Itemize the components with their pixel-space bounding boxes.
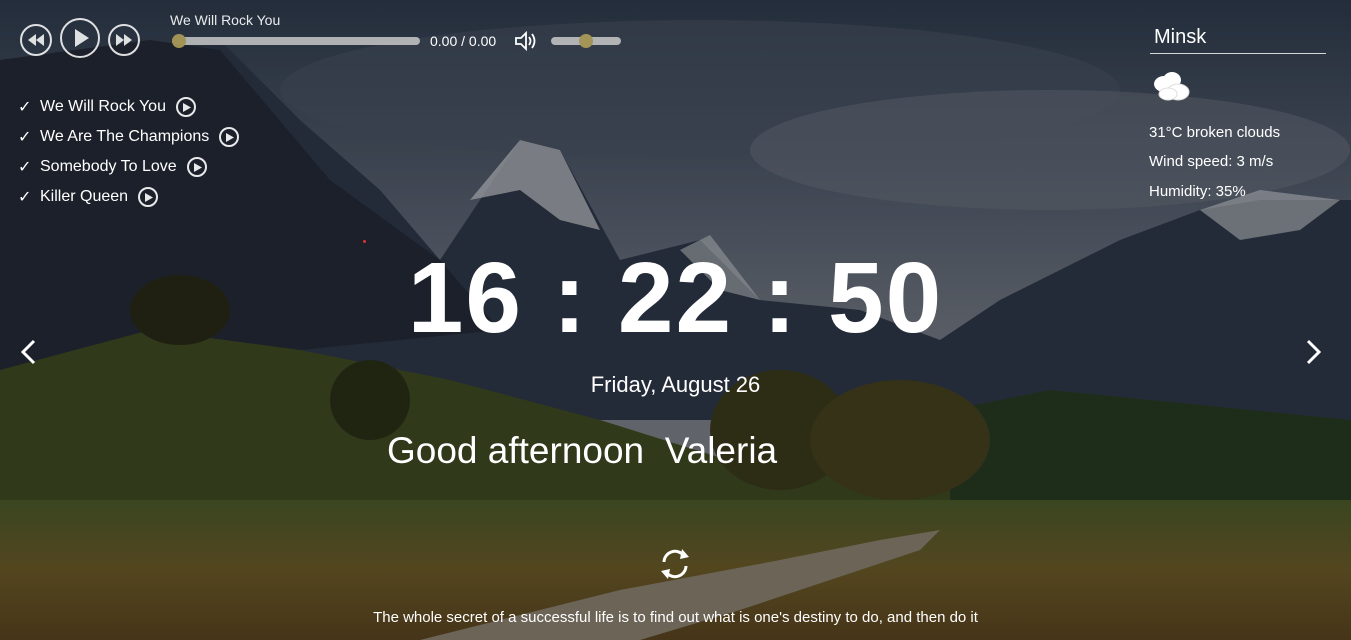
clock-date: Friday, August 26 [590, 372, 761, 397]
playlist-item-play-button[interactable] [175, 97, 196, 117]
play-icon [193, 162, 202, 172]
rewind-icon [28, 34, 44, 46]
volume-knob[interactable] [579, 34, 593, 48]
next-slide-arrow-icon[interactable] [1302, 337, 1324, 367]
progress-bar[interactable] [172, 34, 420, 48]
city-input[interactable]: Minsk [1150, 24, 1326, 54]
volume-slider[interactable] [551, 34, 621, 48]
playlist-item[interactable]: ✓ We Are The Champions [18, 122, 240, 152]
refresh-quote-icon[interactable] [656, 545, 694, 583]
check-icon: ✓ [18, 129, 32, 146]
weather-temperature-description: 31°C broken clouds [1149, 124, 1281, 141]
decorative-dot [363, 240, 366, 243]
playlist-item-label: Somebody To Love [40, 158, 177, 175]
check-icon: ✓ [18, 159, 32, 176]
previous-track-button[interactable] [20, 24, 52, 56]
playlist-item[interactable]: ✓ Killer Queen [18, 182, 239, 212]
playlist-item[interactable]: ✓ We Will Rock You [18, 92, 239, 122]
playlist-item-play-button[interactable] [186, 157, 207, 177]
clock-time: 16 : 22 : 50 [407, 242, 944, 354]
volume-icon[interactable] [514, 30, 538, 52]
progress-knob[interactable] [172, 34, 186, 48]
playlist-item-label: Killer Queen [40, 188, 129, 205]
playlist-item-play-button[interactable] [138, 187, 159, 207]
play-icon [226, 132, 235, 142]
previous-slide-arrow-icon[interactable] [18, 337, 40, 367]
playlist-item-play-button[interactable] [219, 127, 240, 147]
play-icon [74, 29, 89, 47]
playlist: ✓ We Will Rock You ✓ We Are The Champions ✓ S… [18, 92, 240, 212]
play-icon [145, 192, 154, 202]
weather-humidity: Humidity: 35% [1149, 183, 1246, 200]
playlist-item-label: We Will Rock You [40, 98, 166, 115]
greeting-text[interactable]: Good afternoon Valeria [387, 430, 777, 472]
current-track-title: We Will Rock You [170, 12, 281, 28]
playlist-item[interactable]: ✓ Somebody To Love [18, 152, 239, 182]
weather-wind-speed: Wind speed: 3 m/s [1149, 153, 1274, 170]
time-display: 0.00 / 0.00 [430, 33, 497, 49]
playlist-item-label: We Are The Champions [40, 128, 210, 145]
broken-clouds-icon [1154, 72, 1190, 101]
play-icon [182, 102, 191, 112]
fast-forward-icon [116, 34, 132, 46]
next-track-button[interactable] [108, 24, 140, 56]
quote-text: The whole secret of a successful life is… [373, 609, 978, 626]
check-icon: ✓ [18, 189, 32, 206]
play-button[interactable] [60, 18, 100, 58]
check-icon: ✓ [18, 99, 32, 116]
